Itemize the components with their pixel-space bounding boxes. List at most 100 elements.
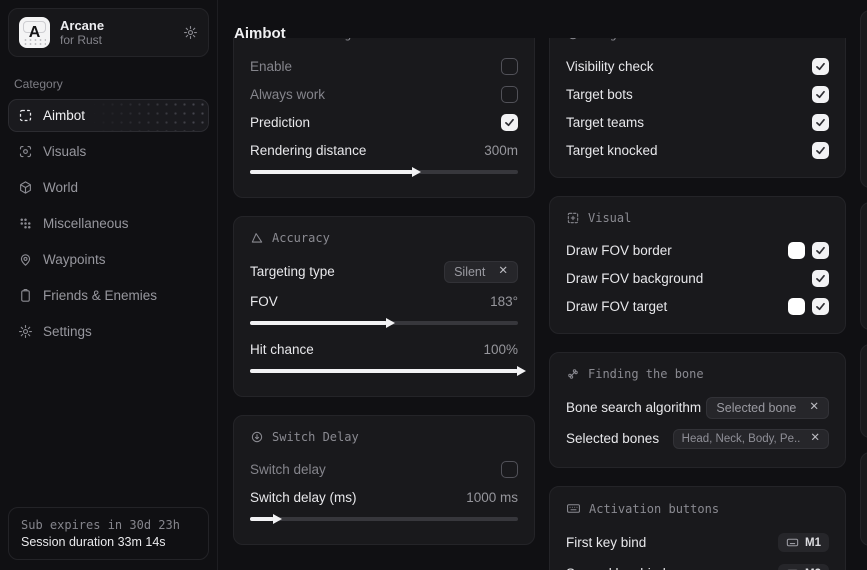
section-header: Activation buttons xyxy=(566,501,829,516)
setting-row: Hit chance 100% xyxy=(250,335,518,363)
close-icon[interactable]: ✕ xyxy=(810,433,820,444)
clipboard-icon xyxy=(18,288,33,303)
setting-row: First key bind M1 xyxy=(566,527,829,558)
setting-row: Target knocked xyxy=(566,136,829,164)
setting-label: Visibility check xyxy=(566,59,654,74)
sidebar-item-miscellaneous[interactable]: Miscellaneous xyxy=(8,207,209,240)
section-title: Visual xyxy=(588,211,631,225)
setting-label: Prediction xyxy=(250,115,310,130)
setting-label: Switch delay (ms) xyxy=(250,490,357,505)
offscreen-card xyxy=(860,344,867,438)
sidebar-item-label: Aimbot xyxy=(43,108,85,123)
sidebar-item-friends-enemies[interactable]: Friends & Enemies xyxy=(8,279,209,312)
setting-row: Draw FOV border xyxy=(566,236,829,264)
fov-target-color-swatch[interactable] xyxy=(788,298,805,315)
target-teams-checkbox[interactable] xyxy=(812,114,829,131)
setting-row: Prediction xyxy=(250,108,518,136)
app-window: A Arcane for Rust Category Aimbot xyxy=(0,0,867,570)
sidebar-nav: Aimbot Visuals World Miscellaneous xyxy=(0,99,217,348)
section-title: Finding the bone xyxy=(588,367,704,381)
always-work-checkbox[interactable] xyxy=(501,86,518,103)
setting-label: Second key bind xyxy=(566,566,666,570)
setting-row: Always work xyxy=(250,80,518,108)
arrow-down-circle-icon xyxy=(250,430,264,444)
section-title: Targets xyxy=(588,38,639,41)
sidebar-item-waypoints[interactable]: Waypoints xyxy=(8,243,209,276)
setting-row: FOV 183° xyxy=(250,287,518,315)
draw-fov-target-checkbox[interactable] xyxy=(812,298,829,315)
offscreen-card xyxy=(860,452,867,546)
section-header: Aim settings xyxy=(250,38,518,41)
card-finding-the-bone: Finding the bone Bone search algorithm S… xyxy=(549,352,846,468)
app-logo-card: A Arcane for Rust xyxy=(8,8,209,57)
sub-expires-text: Sub expires in 30d 23h xyxy=(21,516,196,534)
fov-border-color-swatch[interactable] xyxy=(788,242,805,259)
settings-column-left: Aim settings Enable Always work Predicti… xyxy=(233,38,535,570)
setting-label: Enable xyxy=(250,59,292,74)
app-name: Arcane xyxy=(60,18,104,33)
slider-fill xyxy=(250,321,387,325)
close-icon[interactable]: ✕ xyxy=(809,402,819,413)
frame-plus-icon xyxy=(566,211,580,225)
setting-label: Target teams xyxy=(566,115,644,130)
section-header: Visual xyxy=(566,211,829,225)
slider-value: 100% xyxy=(483,342,518,357)
enable-checkbox[interactable] xyxy=(501,58,518,75)
bone-icon xyxy=(566,367,580,381)
section-header: Accuracy xyxy=(250,231,518,245)
targeting-type-tag[interactable]: Silent ✕ xyxy=(444,261,518,283)
gear-icon xyxy=(18,324,33,339)
target-icon xyxy=(250,38,264,41)
prediction-checkbox[interactable] xyxy=(501,114,518,131)
hit-chance-slider[interactable] xyxy=(250,369,518,373)
setting-row: Selected bones Head, Neck, Body, Pe.. ✕ xyxy=(566,423,829,454)
setting-label: FOV xyxy=(250,294,278,309)
draw-fov-border-checkbox[interactable] xyxy=(812,242,829,259)
session-duration-text: Session duration 33m 14s xyxy=(21,534,196,551)
card-switch-delay: Switch Delay Switch delay Switch delay (… xyxy=(233,415,535,545)
setting-row: Targeting type Silent ✕ xyxy=(250,256,518,287)
slider-value: 1000 ms xyxy=(466,490,518,505)
selected-bones-tag[interactable]: Head, Neck, Body, Pe.. ✕ xyxy=(673,429,829,449)
setting-label: Draw FOV target xyxy=(566,299,667,314)
setting-label: Hit chance xyxy=(250,342,314,357)
setting-label: Target bots xyxy=(566,87,633,102)
second-key-bind-button[interactable]: M2 xyxy=(778,564,829,570)
target-knocked-checkbox[interactable] xyxy=(812,142,829,159)
card-visual: Visual Draw FOV border Draw FOV backgrou… xyxy=(549,196,846,334)
section-title: Activation buttons xyxy=(589,502,719,516)
category-label: Category xyxy=(14,77,203,91)
draw-fov-background-checkbox[interactable] xyxy=(812,270,829,287)
sidebar-item-aimbot[interactable]: Aimbot xyxy=(8,99,209,132)
sidebar-item-label: Miscellaneous xyxy=(43,216,129,231)
visibility-check-checkbox[interactable] xyxy=(812,58,829,75)
scan-eye-icon xyxy=(18,144,33,159)
gear-icon[interactable] xyxy=(183,25,198,40)
sidebar-item-label: Settings xyxy=(43,324,92,339)
sidebar-item-label: Friends & Enemies xyxy=(43,288,157,303)
fov-slider[interactable] xyxy=(250,321,518,325)
setting-row: Target teams xyxy=(566,108,829,136)
card-accuracy: Accuracy Targeting type Silent ✕ FOV 183… xyxy=(233,216,535,397)
close-icon[interactable]: ✕ xyxy=(498,266,508,277)
keyboard-icon xyxy=(566,501,581,516)
cube-icon xyxy=(18,180,33,195)
rendering-distance-slider[interactable] xyxy=(250,170,518,174)
switch-delay-ms-slider[interactable] xyxy=(250,517,518,521)
setting-label: Selected bones xyxy=(566,431,659,446)
bone-search-algorithm-tag[interactable]: Selected bone ✕ xyxy=(706,397,829,419)
switch-delay-checkbox[interactable] xyxy=(501,461,518,478)
card-targets: Targets Visibility check Target bots Tar… xyxy=(549,38,846,178)
slider-value: 183° xyxy=(490,294,518,309)
sidebar-item-visuals[interactable]: Visuals xyxy=(8,135,209,168)
setting-row: Switch delay xyxy=(250,455,518,483)
sidebar-item-settings[interactable]: Settings xyxy=(8,315,209,348)
target-bots-checkbox[interactable] xyxy=(812,86,829,103)
map-pin-icon xyxy=(18,252,33,267)
setting-row: Enable xyxy=(250,52,518,80)
settings-scroll-area[interactable]: Aim settings Enable Always work Predicti… xyxy=(233,38,867,570)
first-key-bind-button[interactable]: M1 xyxy=(778,533,829,552)
card-activation-buttons: Activation buttons First key bind M1 xyxy=(549,486,846,570)
setting-row: Second key bind M2 xyxy=(566,558,829,570)
sidebar-item-world[interactable]: World xyxy=(8,171,209,204)
